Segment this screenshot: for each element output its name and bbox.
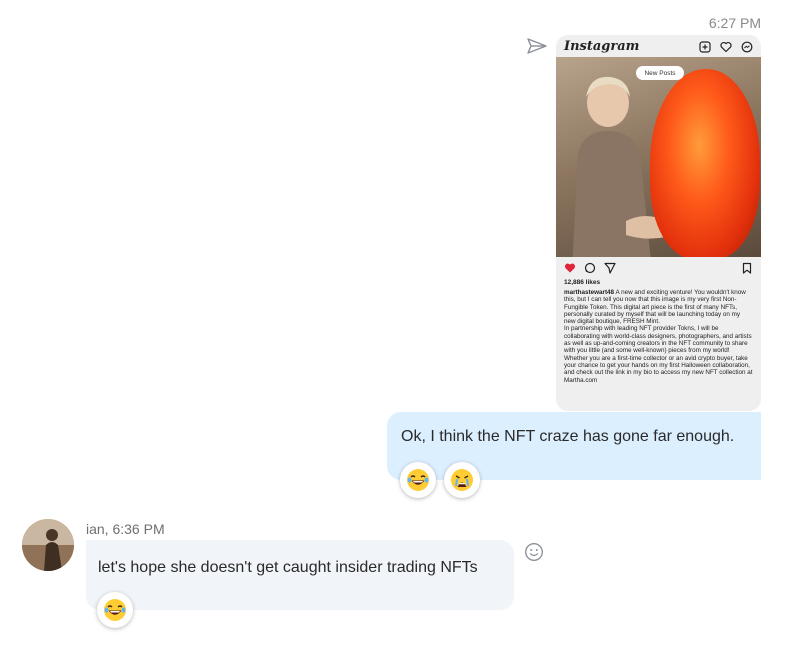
pumpkin-image <box>650 69 760 257</box>
avatar-photo <box>22 519 74 571</box>
incoming-message-text: let's hope she doesn't get caught inside… <box>98 559 478 576</box>
instagram-screenshot-attachment[interactable]: Instagram New Posts 12,886 likes marthas… <box>556 35 761 411</box>
post-caption: marthastewart48 A new and exciting ventu… <box>556 286 761 384</box>
sender-name-timestamp: ian, 6:36 PM <box>86 521 165 537</box>
laughing-emoji-icon <box>104 599 126 621</box>
laughing-emoji-reaction[interactable] <box>97 592 133 628</box>
send-icon <box>527 38 547 54</box>
instagram-header: Instagram <box>556 35 761 57</box>
laughing-emoji-reaction[interactable] <box>400 462 436 498</box>
heart-filled-icon <box>564 263 576 273</box>
post-actions <box>556 257 761 279</box>
laughing-emoji-icon <box>407 469 429 491</box>
post-photo: New Posts <box>556 57 761 257</box>
bookmark-icon <box>742 262 752 274</box>
share-icon <box>604 262 616 274</box>
smiley-icon[interactable] <box>524 542 544 562</box>
new-posts-banner: New Posts <box>636 66 684 80</box>
messenger-icon <box>741 40 753 53</box>
outgoing-timestamp: 6:27 PM <box>708 15 761 31</box>
outgoing-message-text: Ok, I think the NFT craze has gone far e… <box>401 428 735 445</box>
caption-username: marthastewart48 <box>564 289 615 296</box>
caption-paragraph-2: In partnership with leading NFT provider… <box>564 325 753 384</box>
comment-icon <box>584 262 596 274</box>
avatar[interactable] <box>22 519 74 571</box>
add-post-icon <box>699 40 711 53</box>
heart-outline-icon <box>720 40 732 53</box>
instagram-logo: Instagram <box>564 38 640 54</box>
incoming-message-bubble[interactable]: let's hope she doesn't get caught inside… <box>86 540 514 610</box>
crying-emoji-reaction[interactable] <box>444 462 480 498</box>
outgoing-message-bubble[interactable]: Ok, I think the NFT craze has gone far e… <box>387 412 761 480</box>
crying-emoji-icon <box>451 469 473 491</box>
likes-count: 12,886 likes <box>564 279 601 286</box>
